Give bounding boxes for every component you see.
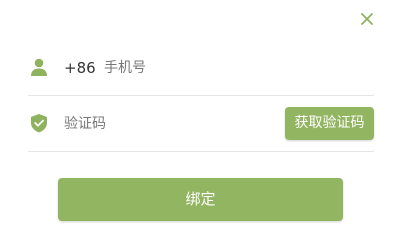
- phone-row: +86: [28, 50, 374, 86]
- close-icon: [361, 13, 373, 25]
- get-code-button[interactable]: 获取验证码: [285, 107, 374, 140]
- country-code: +86: [64, 59, 96, 77]
- shield-check-icon: [28, 112, 50, 134]
- divider: [28, 95, 374, 96]
- bind-button[interactable]: 绑定: [58, 178, 343, 221]
- close-button[interactable]: [356, 8, 378, 30]
- user-icon: [28, 56, 50, 78]
- bind-phone-dialog: +86 获取验证码 绑定: [0, 0, 400, 248]
- verification-code-input[interactable]: [64, 112, 264, 136]
- phone-input[interactable]: [104, 56, 354, 80]
- divider: [28, 151, 374, 152]
